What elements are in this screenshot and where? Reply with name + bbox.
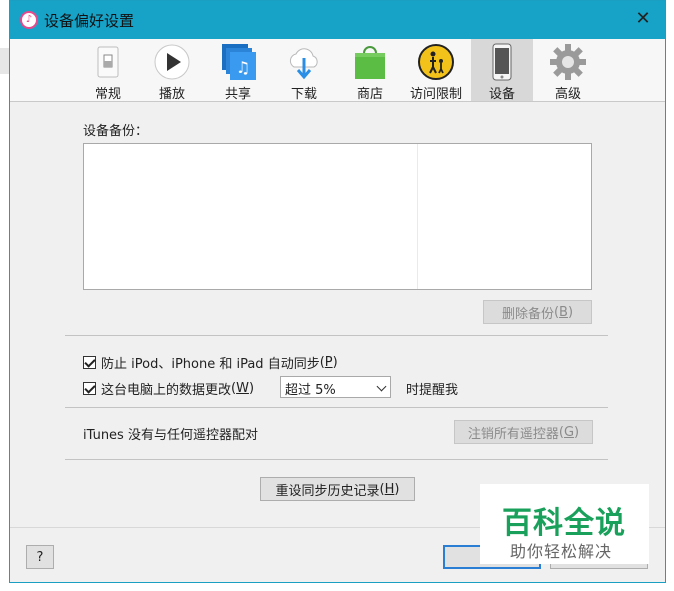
prevent-auto-sync-option[interactable]: 防止 iPod、iPhone 和 iPad 自动同步(P) (83, 353, 338, 372)
tab-general-label: 常规 (94, 87, 121, 102)
tab-devices-label: 设备 (488, 87, 515, 102)
forget-remotes-shortcut: G (563, 424, 575, 440)
itunes-icon: ♪ (20, 11, 38, 29)
iphone-icon (483, 43, 521, 81)
help-label: ? (36, 549, 44, 565)
prevent-auto-sync-checkbox[interactable] (83, 356, 96, 369)
shopping-bag-icon (351, 43, 389, 81)
tab-sharing[interactable]: ♫ 共享 (207, 39, 269, 102)
forget-remotes-button[interactable]: 注销所有遥控器(G) (454, 420, 593, 444)
tab-store-label: 商店 (356, 87, 383, 102)
tab-devices[interactable]: 设备 (471, 39, 533, 102)
forget-remotes-label: 注销所有遥控器 (467, 426, 559, 442)
background-strip (0, 48, 9, 74)
tab-restrictions-label: 访问限制 (409, 87, 462, 102)
svg-text:♫: ♫ (236, 58, 250, 77)
threshold-value: 超过 5% (285, 383, 336, 398)
delete-backup-button[interactable]: 删除备份(B) (483, 300, 592, 324)
music-share-icon: ♫ (219, 43, 257, 81)
divider (65, 407, 608, 408)
tab-restrictions[interactable]: 访问限制 (405, 39, 467, 102)
close-button[interactable]: ✕ (633, 9, 653, 29)
prevent-auto-sync-label: 防止 iPod、iPhone 和 iPad 自动同步 (101, 357, 320, 372)
device-backups-label: 设备备份： (83, 124, 149, 139)
data-change-checkbox[interactable] (83, 382, 96, 395)
divider (65, 335, 608, 336)
tab-downloads[interactable]: 下载 (273, 39, 335, 102)
window-title: 设备偏好设置 (44, 12, 135, 30)
data-change-warning-option[interactable]: 这台电脑上的数据更改(W) (83, 379, 254, 398)
tab-advanced-label: 高级 (554, 87, 581, 102)
parental-controls-icon (417, 43, 455, 81)
column-divider (417, 144, 418, 289)
preferences-toolbar: 常规 播放 ♫ 共享 下载 商店 访问限制 设备 高级 (10, 39, 665, 102)
reset-sync-history-button[interactable]: 重设同步历史记录(H) (260, 477, 415, 501)
delete-backup-label: 删除备份 (501, 306, 554, 322)
tab-downloads-label: 下载 (290, 87, 317, 102)
prevent-auto-sync-shortcut: P (324, 355, 333, 370)
data-change-shortcut: W (236, 381, 249, 396)
watermark: 百科全说 助你轻松解决 (480, 484, 649, 564)
reset-sync-shortcut: H (384, 481, 395, 497)
switch-icon (89, 43, 127, 81)
tab-store[interactable]: 商店 (339, 39, 401, 102)
threshold-select[interactable]: 超过 5% (280, 376, 391, 398)
tab-general[interactable]: 常规 (77, 39, 139, 102)
help-button[interactable]: ? (26, 545, 54, 569)
divider (65, 459, 608, 460)
tab-playback[interactable]: 播放 (141, 39, 203, 102)
gear-icon (549, 43, 587, 81)
delete-backup-shortcut: B (559, 304, 568, 320)
reset-sync-label: 重设同步历史记录 (275, 483, 380, 499)
watermark-subtitle: 助你轻松解决 (510, 542, 613, 561)
remote-status-text: iTunes 没有与任何遥控器配对 (83, 428, 258, 443)
play-icon (153, 43, 191, 81)
tab-advanced[interactable]: 高级 (537, 39, 599, 102)
remind-me-text: 时提醒我 (406, 383, 459, 398)
watermark-title: 百科全说 (502, 506, 626, 541)
tab-sharing-label: 共享 (224, 87, 251, 102)
title-bar: ♪ 设备偏好设置 ✕ (10, 1, 665, 39)
chevron-down-icon (376, 381, 387, 392)
device-backup-list[interactable] (83, 143, 592, 290)
cloud-download-icon (285, 43, 323, 81)
data-change-label: 这台电脑上的数据更改 (101, 383, 232, 398)
tab-playback-label: 播放 (158, 87, 185, 102)
